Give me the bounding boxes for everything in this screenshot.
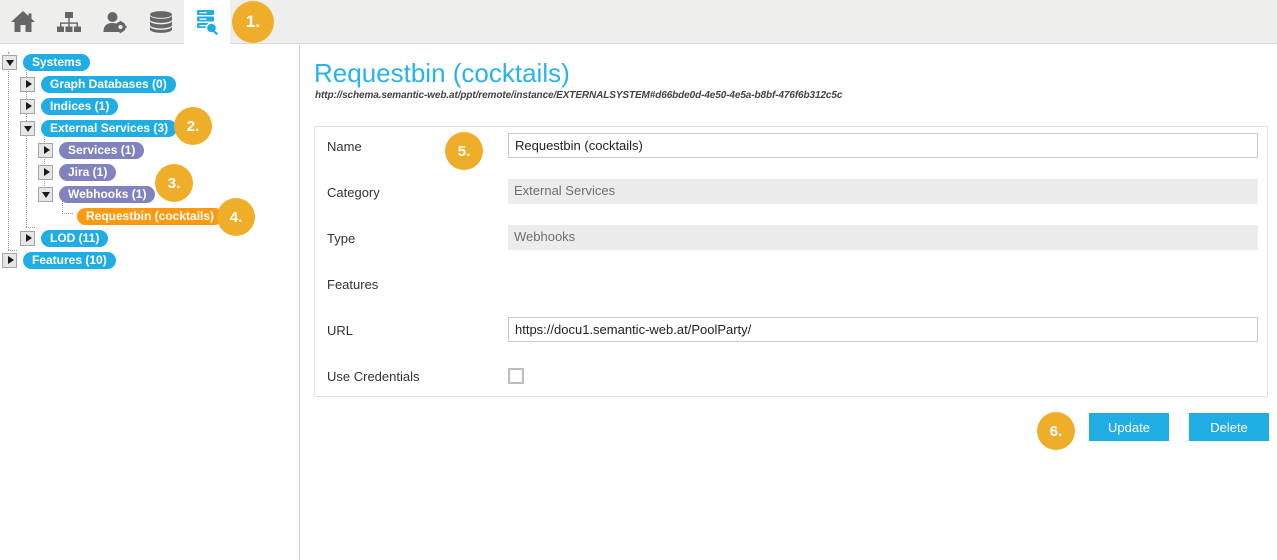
tree-toggle-external-services[interactable]	[20, 120, 35, 136]
tree-node-services[interactable]: Services (1)	[38, 140, 145, 160]
tree-toggle-jira[interactable]	[38, 164, 53, 180]
tree-node-jira[interactable]: Jira (1)	[38, 162, 117, 182]
page-uri: http://schema.semantic-web.at/ppt/remote…	[315, 90, 843, 101]
tree-node-label[interactable]: External Services (3)	[41, 119, 178, 137]
tree-node-lod[interactable]: LOD (11)	[20, 228, 109, 248]
tree-node-indices[interactable]: Indices (1)	[20, 96, 119, 116]
tree-toggle-placeholder	[56, 209, 71, 224]
tree-connector	[8, 250, 17, 251]
tree-node-label[interactable]: LOD (11)	[41, 229, 109, 247]
tree-toggle-webhooks[interactable]	[38, 186, 53, 202]
tree-connector	[44, 132, 45, 190]
tree-node-label[interactable]: Services (1)	[59, 141, 145, 159]
form-row-category: Category External Services	[315, 173, 1267, 219]
tree-toggle-services[interactable]	[38, 142, 53, 158]
delete-button[interactable]: Delete	[1189, 413, 1269, 441]
tree-toggle-indices[interactable]	[20, 98, 35, 114]
tree-node-label[interactable]: Graph Databases (0)	[41, 75, 176, 93]
tree-connector	[26, 227, 35, 228]
field-label-url: URL	[327, 323, 354, 338]
field-label-type: Type	[327, 231, 356, 246]
callout-5: 5.	[445, 132, 483, 170]
callout-4: 4.	[217, 198, 255, 236]
tree-toggle-features[interactable]	[2, 252, 17, 268]
systems-tree-sidebar: Systems Graph Databases (0) Indices (1) …	[0, 45, 300, 560]
user-management-tab[interactable]	[92, 0, 138, 44]
tree-node-label[interactable]: Webhooks (1)	[59, 185, 156, 203]
name-input[interactable]: Requestbin (cocktails)	[508, 133, 1258, 158]
database-icon	[148, 10, 174, 34]
tree-node-graph-databases[interactable]: Graph Databases (0)	[20, 74, 176, 94]
field-label-features: Features	[327, 277, 379, 292]
form-row-type: Type Webhooks	[315, 219, 1267, 265]
tree-toggle-systems[interactable]	[2, 54, 17, 70]
type-value: Webhooks	[508, 225, 1258, 250]
tree-toggle-graph-databases[interactable]	[20, 76, 35, 92]
callout-1: 1.	[232, 1, 274, 43]
tree-node-label[interactable]: Indices (1)	[41, 97, 119, 115]
use-credentials-checkbox[interactable]	[508, 368, 524, 384]
tree-connector	[8, 52, 9, 250]
page-title: Requestbin (cocktails)	[314, 58, 570, 88]
form-row-use-credentials: Use Credentials	[315, 357, 1267, 403]
url-input[interactable]: https://docu1.semantic-web.at/PoolParty/	[508, 317, 1258, 342]
main-content: Requestbin (cocktails) http://schema.sem…	[301, 45, 1277, 560]
callout-3: 3.	[155, 164, 193, 202]
systems-tab[interactable]	[184, 0, 230, 44]
tree-toggle-lod[interactable]	[20, 230, 35, 246]
tree-node-label[interactable]: Jira (1)	[59, 163, 117, 181]
top-toolbar	[0, 0, 1277, 44]
field-label-name: Name	[327, 139, 362, 154]
home-tab[interactable]	[0, 0, 46, 44]
tree-node-webhooks[interactable]: Webhooks (1)	[38, 184, 156, 204]
callout-6: 6.	[1037, 412, 1075, 450]
home-icon	[10, 10, 36, 34]
database-tab[interactable]	[138, 0, 184, 44]
tree-node-features[interactable]: Features (10)	[2, 250, 116, 270]
tree-node-external-services[interactable]: External Services (3)	[20, 118, 178, 138]
field-label-use-credentials: Use Credentials	[327, 369, 420, 384]
tree-node-label[interactable]: Features (10)	[23, 251, 116, 269]
tree-node-label[interactable]: Requestbin (cocktails)	[77, 207, 224, 225]
callout-2: 2.	[174, 107, 212, 145]
category-value: External Services	[508, 179, 1258, 204]
field-label-category: Category	[327, 185, 380, 200]
form-row-url: URL https://docu1.semantic-web.at/PoolPa…	[315, 311, 1267, 357]
server-search-icon	[194, 9, 220, 35]
tree-node-requestbin[interactable]: Requestbin (cocktails)	[56, 206, 224, 226]
tree-node-label[interactable]: Systems	[23, 53, 91, 71]
update-button[interactable]: Update	[1089, 413, 1169, 441]
tree-node-systems[interactable]: Systems	[2, 52, 91, 72]
hierarchy-icon	[56, 10, 82, 34]
user-gear-icon	[102, 10, 128, 34]
form-row-features: Features	[315, 265, 1267, 311]
taxonomy-tab[interactable]	[46, 0, 92, 44]
